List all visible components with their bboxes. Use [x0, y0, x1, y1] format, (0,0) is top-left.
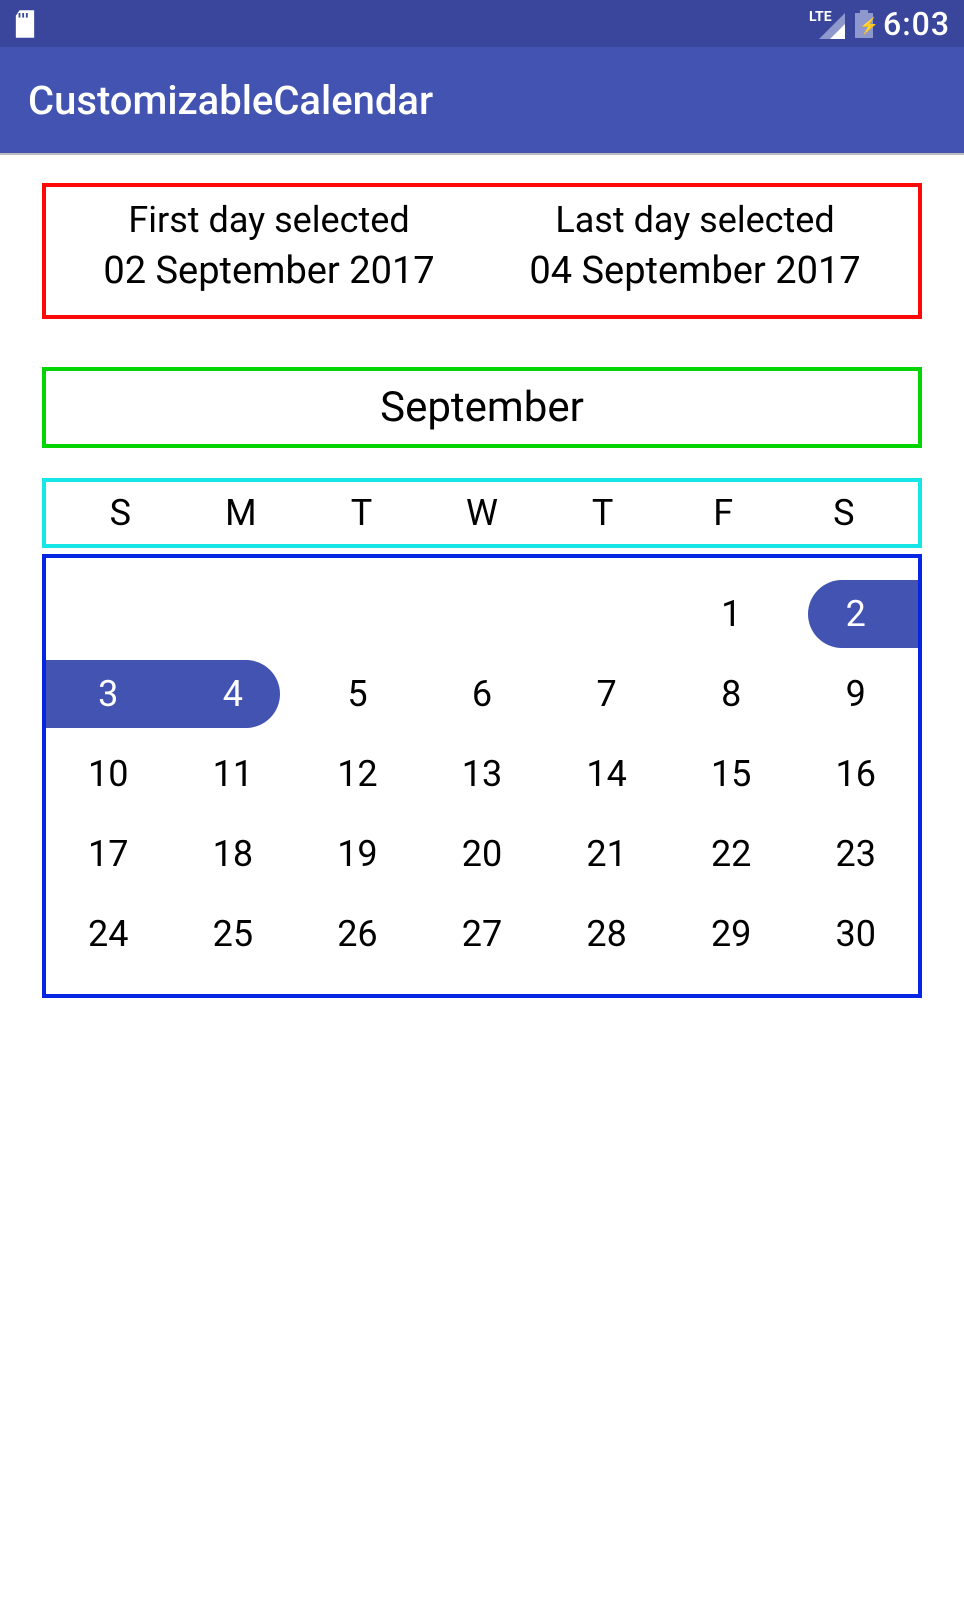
day-number: 5 [347, 673, 367, 715]
calendar-day[interactable]: 17 [46, 833, 171, 875]
first-day-col: First day selected 02 September 2017 [56, 199, 482, 293]
app-bar: CustomizableCalendar [0, 47, 964, 155]
day-number: 11 [213, 753, 253, 795]
calendar-day[interactable]: 13 [420, 753, 545, 795]
calendar-day[interactable]: 1 [669, 593, 794, 635]
calendar-day[interactable]: 27 [420, 913, 545, 955]
day-number: 26 [337, 913, 377, 955]
day-number: 17 [88, 833, 128, 875]
day-number: 10 [88, 753, 128, 795]
weekday-tue: T [301, 492, 422, 534]
calendar-day[interactable]: 14 [544, 753, 669, 795]
calendar-day[interactable]: 3 [46, 673, 171, 715]
day-number: 12 [337, 753, 377, 795]
calendar-day[interactable]: 15 [669, 753, 794, 795]
last-day-label: Last day selected [482, 199, 908, 241]
day-number: 27 [462, 913, 502, 955]
calendar-day[interactable]: 4 [171, 673, 296, 715]
weekday-mon: M [181, 492, 302, 534]
content-area: First day selected 02 September 2017 Las… [0, 155, 964, 998]
status-left [14, 10, 36, 38]
day-number: 22 [711, 833, 751, 875]
calendar-day[interactable]: 2 [793, 593, 918, 635]
calendar-day[interactable]: 21 [544, 833, 669, 875]
calendar-day[interactable]: 29 [669, 913, 794, 955]
weekday-header: S M T W T F S [42, 478, 922, 548]
day-number: 13 [462, 753, 502, 795]
calendar-day[interactable]: 6 [420, 673, 545, 715]
calendar-row: 17 18 19 20 21 22 23 [46, 814, 918, 894]
day-number: 23 [836, 833, 876, 875]
selection-summary: First day selected 02 September 2017 Las… [42, 183, 922, 319]
calendar-day[interactable]: 28 [544, 913, 669, 955]
weekday-sun: S [60, 492, 181, 534]
signal-icon: LTE [809, 9, 845, 39]
calendar-day[interactable]: 19 [295, 833, 420, 875]
first-day-label: First day selected [56, 199, 482, 241]
calendar-day[interactable]: 9 [793, 673, 918, 715]
calendar-day[interactable]: 25 [171, 913, 296, 955]
day-number: 14 [586, 753, 626, 795]
day-number: 8 [721, 673, 741, 715]
day-number: 24 [88, 913, 128, 955]
last-day-date: 04 September 2017 [482, 249, 908, 293]
calendar-day[interactable]: 18 [171, 833, 296, 875]
sd-card-icon [14, 10, 36, 38]
status-right: LTE ⚡ 6:03 [809, 5, 950, 43]
calendar-day[interactable]: 30 [793, 913, 918, 955]
calendar-row: 3 4 5 6 7 8 9 [46, 654, 918, 734]
calendar-row: 24 25 26 27 28 29 30 [46, 894, 918, 974]
day-number: 6 [472, 673, 492, 715]
day-number: 18 [213, 833, 253, 875]
battery-icon: ⚡ [855, 10, 873, 38]
calendar-day[interactable]: 16 [793, 753, 918, 795]
month-name: September [380, 383, 584, 432]
last-day-col: Last day selected 04 September 2017 [482, 199, 908, 293]
day-number: 7 [596, 673, 616, 715]
calendar-day[interactable]: 7 [544, 673, 669, 715]
calendar-day[interactable]: 23 [793, 833, 918, 875]
day-number: 29 [711, 913, 751, 955]
day-number: 15 [711, 753, 751, 795]
day-number: 3 [98, 673, 118, 715]
weekday-sat: S [783, 492, 904, 534]
month-header[interactable]: September [42, 367, 922, 448]
day-number: 16 [836, 753, 876, 795]
calendar-day[interactable]: 5 [295, 673, 420, 715]
day-number: 20 [462, 833, 502, 875]
status-bar: LTE ⚡ 6:03 [0, 0, 964, 47]
day-number: 30 [836, 913, 876, 955]
weekday-thu: T [542, 492, 663, 534]
day-number: 2 [846, 593, 866, 635]
app-title: CustomizableCalendar [28, 77, 433, 124]
day-number: 25 [213, 913, 253, 955]
day-number: 4 [223, 673, 243, 715]
clock-text: 6:03 [883, 5, 950, 43]
calendar-day[interactable]: 26 [295, 913, 420, 955]
weekday-fri: F [663, 492, 784, 534]
calendar-day[interactable]: 8 [669, 673, 794, 715]
calendar-day[interactable]: 11 [171, 753, 296, 795]
calendar-day[interactable]: 20 [420, 833, 545, 875]
weekday-wed: W [422, 492, 543, 534]
calendar-day[interactable]: 24 [46, 913, 171, 955]
calendar-row: 12 [46, 574, 918, 654]
calendar-grid: 1234567891011121314151617181920212223242… [42, 554, 922, 998]
calendar-day[interactable]: 10 [46, 753, 171, 795]
calendar-row: 10 11 12 13 14 15 16 [46, 734, 918, 814]
day-number: 1 [721, 593, 741, 635]
first-day-date: 02 September 2017 [56, 249, 482, 293]
day-number: 28 [586, 913, 626, 955]
day-number: 9 [846, 673, 866, 715]
calendar-day[interactable]: 22 [669, 833, 794, 875]
day-number: 19 [337, 833, 377, 875]
day-number: 21 [586, 833, 626, 875]
calendar-day[interactable]: 12 [295, 753, 420, 795]
